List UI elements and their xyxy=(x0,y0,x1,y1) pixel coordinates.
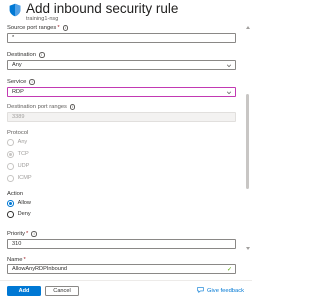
protocol-label: Protocol xyxy=(7,130,29,136)
source-port-ranges-input[interactable]: * xyxy=(7,33,236,43)
info-icon[interactable]: i xyxy=(39,52,45,58)
scrollbar-thumb[interactable] xyxy=(246,94,249,189)
radio-selected-icon xyxy=(7,200,14,207)
radio-selected-icon xyxy=(7,151,14,158)
name-input[interactable]: AllowAnyRDPInbound ✓ xyxy=(7,264,236,274)
protocol-option-icmp: ICMP xyxy=(7,175,32,182)
feedback-icon xyxy=(197,286,204,295)
panel-header: Add inbound security rule training1-nsg xyxy=(0,0,252,26)
scrollbar[interactable] xyxy=(245,26,250,250)
radio-icon xyxy=(7,163,14,170)
destination-port-ranges-label: Destination port ranges i xyxy=(7,104,76,110)
destination-port-ranges-input: 3389 xyxy=(7,112,236,122)
chevron-down-icon xyxy=(226,63,232,68)
source-port-ranges-label: Source port ranges * i xyxy=(7,25,69,31)
page-title: Add inbound security rule xyxy=(26,1,179,16)
info-icon[interactable]: i xyxy=(31,231,37,237)
form-scroll-area[interactable]: Source port ranges * i * Destination i Any … xyxy=(0,24,252,252)
add-button[interactable]: Add xyxy=(7,286,41,296)
destination-label: Destination i xyxy=(7,52,45,58)
chevron-down-icon xyxy=(226,90,232,95)
action-label: Action xyxy=(7,191,24,197)
service-label: Service i xyxy=(7,79,35,85)
name-label: Name * xyxy=(7,257,26,263)
priority-label: Priority * i xyxy=(7,231,37,237)
page-subtitle: training1-nsg xyxy=(26,16,59,22)
scroll-down-icon[interactable] xyxy=(245,247,250,250)
info-icon[interactable]: i xyxy=(69,104,76,110)
destination-select[interactable]: Any xyxy=(7,60,236,70)
radio-icon xyxy=(7,175,14,182)
give-feedback-link[interactable]: Give feedback xyxy=(197,286,244,296)
shield-icon xyxy=(9,3,21,17)
action-option-allow[interactable]: Allow xyxy=(7,200,31,207)
check-icon: ✓ xyxy=(226,266,232,273)
scroll-up-icon[interactable] xyxy=(245,26,250,29)
action-option-deny[interactable]: Deny xyxy=(7,211,31,218)
priority-input[interactable]: 310 xyxy=(7,239,236,249)
info-icon[interactable]: i xyxy=(62,25,69,31)
protocol-option-any: Any xyxy=(7,139,27,146)
protocol-option-tcp: TCP xyxy=(7,151,29,158)
info-icon[interactable]: i xyxy=(29,79,35,85)
cancel-button[interactable]: Cancel xyxy=(45,286,79,296)
footer-divider xyxy=(0,280,252,281)
radio-icon xyxy=(7,139,14,146)
service-select[interactable]: RDP xyxy=(7,87,236,97)
protocol-option-udp: UDP xyxy=(7,163,29,170)
radio-icon xyxy=(7,211,14,218)
